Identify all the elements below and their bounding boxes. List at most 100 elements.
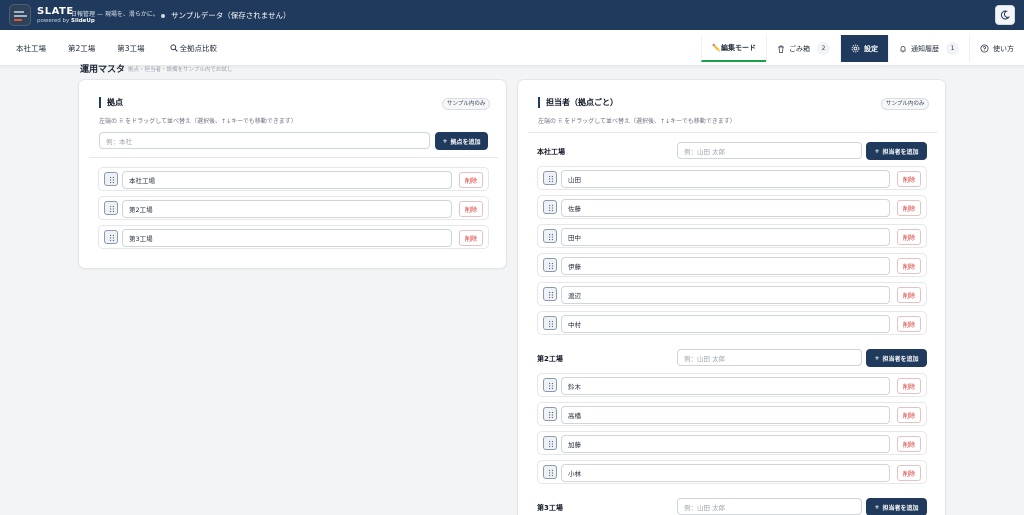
delete-button[interactable]: 削除 (897, 378, 921, 394)
plus-icon: + (874, 503, 880, 511)
row-name-input[interactable]: 鈴木 (561, 377, 890, 395)
help-label: 使い方 (993, 44, 1014, 53)
staff-row: 伊藤 削除 (537, 253, 927, 277)
row-name-input[interactable]: 田中 (561, 228, 890, 246)
add-base-button[interactable]: + 拠点を追加 (435, 132, 488, 150)
staff-name-input[interactable]: 例：山田 太郎 (677, 142, 862, 159)
drag-handle[interactable] (104, 172, 118, 186)
add-staff-button[interactable]: + 担当者を追加 (866, 498, 927, 515)
staff-row: 佐藤 削除 (537, 195, 927, 219)
search-icon (169, 44, 178, 52)
staff-title: 担当者（拠点ごと） (538, 97, 618, 108)
staff-help-text: 左端の ⠿ をドラッグして並べ替え（選択後、↑↓キーでも移動できます） (538, 118, 736, 125)
drag-handle[interactable] (543, 378, 557, 392)
base-row: 第3工場 削除 (98, 225, 489, 249)
delete-button[interactable]: 削除 (897, 407, 921, 423)
row-name-input[interactable]: 小林 (561, 464, 890, 482)
staff-group-label: 第2工場 (537, 355, 563, 363)
bases-help-text: 左端の ⠿ をドラッグして並べ替え（選択後、↑↓キーでも移動できます） (99, 118, 297, 125)
drag-handle-icon (549, 411, 553, 419)
delete-button[interactable]: 削除 (897, 316, 921, 332)
plus-icon: + (874, 147, 880, 155)
powered-prefix: powered by (37, 18, 71, 24)
add-base-label: 拠点を追加 (450, 138, 481, 146)
edit-mode-button[interactable]: ✏️編集モード (701, 35, 766, 62)
staff-row: 田中 削除 (537, 224, 927, 248)
row-name-input[interactable]: 中村 (561, 315, 890, 333)
delete-button[interactable]: 削除 (897, 465, 921, 481)
section-title: 運用マスタ (80, 65, 126, 75)
drag-handle[interactable] (543, 316, 557, 330)
delete-button[interactable]: 削除 (897, 229, 921, 245)
row-name-input[interactable]: 伊藤 (561, 257, 890, 275)
row-name-input[interactable]: 本社工場 (122, 171, 452, 189)
settings-button[interactable]: 設定 (840, 35, 888, 62)
tab-compare-all[interactable]: 全拠点比較 (156, 30, 229, 66)
drag-handle[interactable] (543, 436, 557, 450)
delete-button[interactable]: 削除 (459, 172, 483, 188)
staff-name-input[interactable]: 例：山田 太郎 (677, 498, 862, 515)
row-name-input[interactable]: 佐藤 (561, 199, 890, 217)
row-name-input[interactable]: 山田 (561, 170, 890, 188)
trash-count-badge: 2 (817, 42, 830, 55)
nav-bar: 本社工場 第2工場 第3工場 全拠点比較 ✏️編集モード ごみ箱 2 設定 通知… (0, 30, 1024, 66)
status-dot-icon (161, 13, 165, 18)
trash-label: ごみ箱 (789, 44, 810, 53)
row-name-input[interactable]: 渡辺 (561, 286, 890, 304)
notifications-button[interactable]: 通知履歴 1 (888, 35, 969, 62)
bases-title: 拠点 (99, 97, 123, 108)
tab-compare-all-label: 全拠点比較 (179, 43, 218, 53)
drag-handle-icon (549, 469, 553, 477)
bell-icon (900, 45, 906, 52)
staff-row: 山田 削除 (537, 166, 927, 190)
staff-group-label: 第3工場 (537, 504, 563, 512)
row-name-input[interactable]: 加藤 (561, 435, 890, 453)
sample-status-label: サンプルデータ（保存されません） (171, 11, 291, 20)
delete-button[interactable]: 削除 (897, 200, 921, 216)
drag-handle[interactable] (543, 229, 557, 243)
delete-button[interactable]: 削除 (897, 258, 921, 274)
base-row: 本社工場 削除 (98, 167, 489, 191)
drag-handle[interactable] (543, 200, 557, 214)
staff-row: 高橋 削除 (537, 402, 927, 426)
sample-status: サンプルデータ（保存されません） (161, 10, 291, 21)
settings-label: 設定 (864, 44, 878, 53)
row-name-input[interactable]: 高橋 (561, 406, 890, 424)
delete-button[interactable]: 削除 (897, 287, 921, 303)
help-button[interactable]: 使い方 (969, 35, 1024, 62)
drag-handle-icon (549, 440, 553, 448)
tab-honsha[interactable]: 本社工場 (0, 30, 57, 66)
add-staff-button[interactable]: + 担当者を追加 (866, 349, 927, 367)
delete-button[interactable]: 削除 (459, 230, 483, 246)
staff-card: 担当者（拠点ごと） サンプル内のみ 左端の ⠿ をドラッグして並べ替え（選択後、… (517, 79, 946, 515)
row-name-input[interactable]: 第3工場 (122, 229, 452, 247)
add-staff-label: 担当者を追加 (882, 148, 919, 156)
row-name-input[interactable]: 第2工場 (122, 200, 452, 218)
staff-row: 小林 削除 (537, 460, 927, 484)
drag-handle[interactable] (543, 407, 557, 421)
drag-handle[interactable] (104, 201, 118, 215)
drag-handle[interactable] (543, 258, 557, 272)
drag-handle-icon (549, 320, 553, 328)
theme-toggle-button[interactable] (995, 5, 1015, 25)
drag-handle[interactable] (543, 171, 557, 185)
plus-icon: + (874, 354, 880, 362)
trash-button[interactable]: ごみ箱 2 (766, 35, 840, 62)
notifications-count-badge: 1 (946, 42, 959, 55)
delete-button[interactable]: 削除 (897, 436, 921, 452)
drag-handle[interactable] (543, 287, 557, 301)
delete-button[interactable]: 削除 (897, 171, 921, 187)
top-header: SLATE 日報管理 — 現場を、滑らかに。 powered by SlideU… (0, 0, 1024, 30)
drag-handle[interactable] (104, 230, 118, 244)
drag-handle[interactable] (543, 465, 557, 479)
add-staff-button[interactable]: + 担当者を追加 (866, 142, 927, 160)
tab-factory-3[interactable]: 第3工場 (106, 30, 155, 66)
tab-factory-2[interactable]: 第2工場 (57, 30, 106, 66)
base-name-input[interactable]: 例：本社 (99, 132, 430, 149)
delete-button[interactable]: 削除 (459, 201, 483, 217)
base-row: 第2工場 削除 (98, 196, 489, 220)
staff-sample-pill: サンプル内のみ (881, 98, 930, 110)
drag-handle-icon (549, 382, 553, 390)
staff-name-input[interactable]: 例：山田 太郎 (677, 349, 862, 366)
brand-name: SLATE (37, 6, 74, 17)
